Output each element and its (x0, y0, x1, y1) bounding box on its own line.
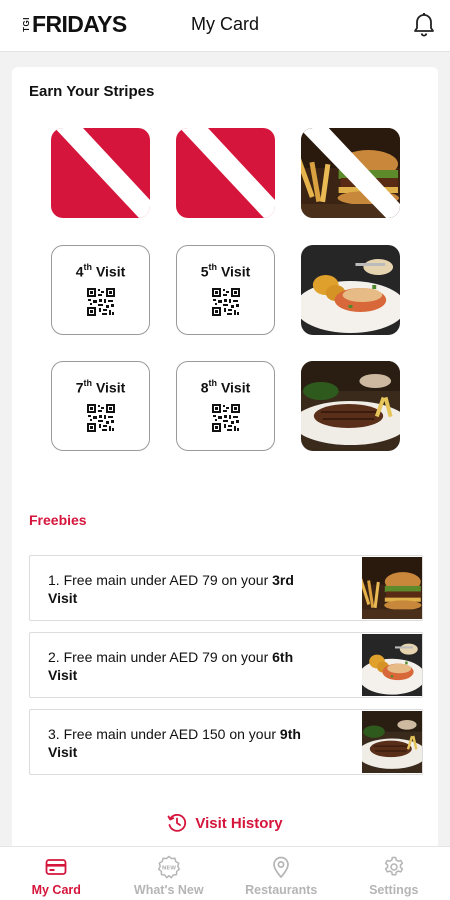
tab-my-card[interactable]: My Card (0, 847, 113, 900)
freebie-text: 2. Free main under AED 79 on your 6th Vis… (48, 649, 294, 683)
tab-restaurants[interactable]: Restaurants (225, 847, 338, 900)
freebie-item[interactable]: 1. Free main under AED 79 on your 3rd Vis… (29, 555, 423, 621)
card-icon (45, 859, 67, 875)
stamp-visit-8: 8th Visit (176, 361, 275, 451)
freebie-thumbnail (362, 557, 422, 619)
food-photo (301, 361, 400, 451)
stamp-visit-2-earned (176, 128, 275, 218)
freebie-text: 3. Free main under AED 150 on your 9th Vi… (48, 726, 301, 760)
freebies-title: Freebies (29, 512, 87, 528)
app-header: TGI FRIDAYS My Card (0, 0, 450, 52)
stripe-mark (179, 128, 275, 218)
tab-label: My Card (31, 883, 81, 897)
stamp-visit-7: 7th Visit (51, 361, 150, 451)
stamp-visit-3-earned (301, 128, 400, 218)
tab-whats-new[interactable]: NEW What's New (113, 847, 226, 900)
page-title: My Card (190, 14, 259, 34)
qr-code-icon (212, 404, 240, 432)
freebie-text: 1. Free main under AED 79 on your 3rd Vis… (48, 572, 294, 606)
stamp-visit-4: 4th Visit (51, 245, 150, 335)
stamp-visit-1-earned (51, 128, 150, 218)
stamp-visit-9-reward (301, 361, 400, 451)
freebie-item[interactable]: 2. Free main under AED 79 on your 6th Vis… (29, 632, 423, 698)
visit-label: 5th Visit (200, 262, 251, 280)
stripes-title: Earn Your Stripes (29, 83, 155, 100)
tab-label: What's New (133, 883, 204, 897)
tab-label: Settings (369, 883, 419, 897)
qr-code-icon (87, 404, 115, 432)
bottom-tab-bar: My Card NEW What's New Restaurants Setti… (0, 846, 450, 900)
location-pin-icon (273, 856, 290, 878)
bell-icon[interactable] (412, 12, 436, 38)
gear-icon (384, 856, 403, 876)
visit-history-button[interactable]: Visit History (12, 813, 438, 833)
visit-history-label: Visit History (195, 814, 283, 832)
freebie-thumbnail (362, 634, 422, 696)
history-clock-icon (167, 813, 187, 832)
visit-label: 7th Visit (75, 378, 126, 396)
svg-text:NEW: NEW (162, 865, 176, 871)
tab-settings[interactable]: Settings (338, 847, 450, 900)
tab-label: Restaurants (245, 883, 318, 897)
food-photo (301, 128, 400, 218)
new-badge-icon: NEW (157, 855, 180, 879)
visit-label: 4th Visit (75, 262, 126, 280)
qr-code-icon (212, 288, 240, 316)
food-photo (301, 245, 400, 335)
qr-code-icon (87, 288, 115, 316)
visit-label: 8th Visit (200, 378, 251, 396)
stamp-visit-5: 5th Visit (176, 245, 275, 335)
loyalty-card-panel: Earn Your Stripes 4th Visit 5th Visit 7t… (12, 67, 438, 857)
stamp-visit-6-reward (301, 245, 400, 335)
freebie-item[interactable]: 3. Free main under AED 150 on your 9th Vi… (29, 709, 423, 775)
stripe-mark (54, 128, 150, 218)
freebie-thumbnail (362, 711, 422, 773)
